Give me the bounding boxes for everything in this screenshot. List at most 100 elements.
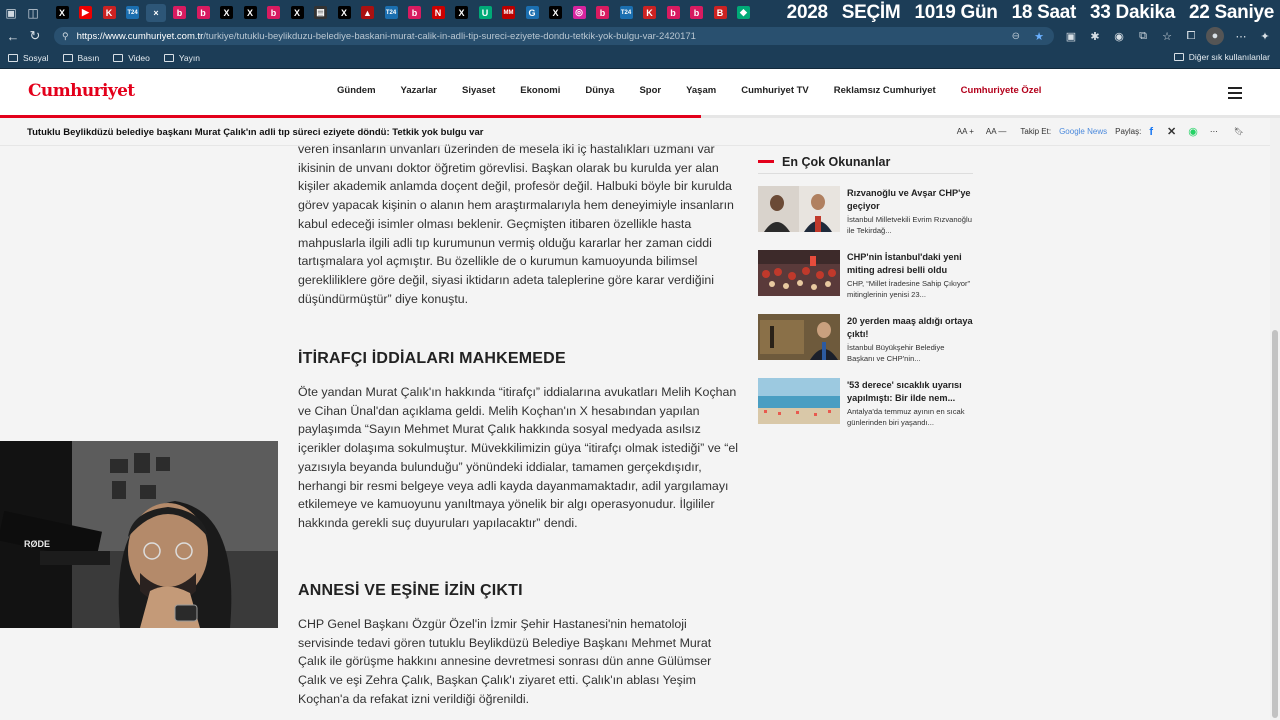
tab-x7[interactable]: X — [546, 4, 566, 22]
nav-dunya[interactable]: Dünya — [585, 85, 614, 96]
site-info-icon[interactable]: ⚲ — [62, 31, 69, 42]
whatsapp-share-icon[interactable]: ◉ — [1188, 125, 1198, 138]
b-icon: b — [596, 6, 609, 19]
news-title[interactable]: 20 yerden maaş aldığı ortaya çıktı! — [847, 315, 973, 341]
nav-yasam[interactable]: Yaşam — [686, 85, 716, 96]
url-field[interactable]: ⚲ https://www.cumhuriyet.com.tr/turkiye/… — [54, 27, 1054, 45]
tab-active[interactable]: × — [146, 3, 166, 22]
news-thumbnail — [758, 186, 840, 232]
tab-b3[interactable]: b — [264, 4, 284, 22]
mic-brand-label: RØDE — [24, 539, 50, 549]
font-decrease-button[interactable]: AA — — [986, 127, 1006, 136]
more-share-icon[interactable]: ⋯ — [1210, 127, 1218, 136]
news-item[interactable]: '53 derece' sıcaklık uyarısı yapılmıştı:… — [758, 378, 973, 427]
copilot-icon[interactable]: ✦ — [1256, 27, 1274, 45]
site-logo[interactable]: Cumhuriyet — [28, 81, 135, 101]
tab-b1[interactable]: b — [170, 4, 190, 22]
bookmark-icon[interactable]: 🔖︎ — [1234, 127, 1244, 136]
nav-cumhuriyete-ozel[interactable]: Cumhuriyete Özel — [961, 85, 1042, 96]
nav-spor[interactable]: Spor — [639, 85, 661, 96]
countdown-hours: 18 Saat — [1011, 1, 1077, 23]
news-icon: K — [102, 6, 116, 19]
tab-news8[interactable]: ◆ — [734, 4, 754, 22]
nav-yazarlar[interactable]: Yazarlar — [401, 85, 437, 96]
nav-cumhuriyet-tv[interactable]: Cumhuriyet TV — [741, 85, 809, 96]
tab-b7[interactable]: b — [687, 4, 707, 22]
tab-k[interactable]: K — [640, 4, 660, 22]
heading-accent — [758, 160, 774, 163]
tab-t24b[interactable]: T24 — [381, 4, 401, 22]
tab-t24[interactable]: T24 — [123, 4, 143, 22]
x-share-icon[interactable]: ✕ — [1167, 125, 1176, 138]
election-countdown: 2028 SEÇİM 1019 Gün 18 Saat 33 Dakika 22… — [772, 0, 1280, 25]
favorite-star-icon[interactable]: ★ — [1034, 30, 1044, 43]
tab-b4[interactable]: b — [405, 4, 425, 22]
extension-icon[interactable]: ◉ — [1110, 27, 1128, 45]
favorites-icon[interactable]: ☆ — [1158, 27, 1176, 45]
news-item[interactable]: Rızvanoğlu ve Avşar CHP'ye geçiyor İstan… — [758, 186, 973, 235]
tab-b6[interactable]: b — [663, 4, 683, 22]
tab-x[interactable]: X — [52, 4, 72, 22]
tab-x4[interactable]: X — [287, 4, 307, 22]
tab-news-red[interactable]: K — [99, 4, 119, 22]
tab-actions-icon[interactable]: ◫ — [22, 0, 44, 25]
tab-instagram[interactable]: ◎ — [569, 4, 589, 22]
tab-news7[interactable]: B — [710, 4, 730, 22]
tracking-icon[interactable]: ⊖ — [1012, 31, 1020, 42]
most-read-heading: En Çok Okunanlar — [758, 150, 973, 174]
tab-news2[interactable]: ▤ — [311, 4, 331, 22]
countdown-days: 1019 Gün — [914, 1, 998, 23]
menu-icon[interactable] — [1228, 87, 1242, 102]
tab-news6[interactable]: G — [522, 4, 542, 22]
extension-icon[interactable]: ▣ — [1062, 27, 1080, 45]
news-title[interactable]: CHP'nin İstanbul'daki yeni miting adresi… — [847, 251, 973, 277]
tab-x3[interactable]: X — [240, 4, 260, 22]
nav-gundem[interactable]: Gündem — [337, 85, 376, 96]
nav-ekonomi[interactable]: Ekonomi — [520, 85, 560, 96]
extension-icon[interactable]: ✱ — [1086, 27, 1104, 45]
scrollbar-thumb[interactable] — [1272, 330, 1278, 718]
nav-reklamsiz[interactable]: Reklamsız Cumhuriyet — [834, 85, 936, 96]
b-icon: b — [267, 6, 280, 19]
profile-avatar-icon[interactable]: ● — [1206, 27, 1224, 45]
bookmark-folder-basin[interactable]: Basın — [62, 53, 99, 63]
news-title[interactable]: Rızvanoğlu ve Avşar CHP'ye geçiyor — [847, 187, 973, 213]
collections-icon[interactable]: ⧠ — [1182, 27, 1200, 45]
other-favorites[interactable]: Diğer sık kullanılanlar — [1173, 52, 1270, 62]
tab-news4[interactable]: U — [475, 4, 495, 22]
extensions-puzzle-icon[interactable]: ⧉ — [1134, 27, 1152, 45]
facebook-share-icon[interactable]: f — [1149, 126, 1153, 138]
back-icon[interactable]: ← — [2, 25, 24, 47]
tab-b5[interactable]: b — [593, 4, 613, 22]
tab-x5[interactable]: X — [334, 4, 354, 22]
news-thumbnail — [758, 250, 840, 296]
page-scrollbar[interactable] — [1270, 118, 1280, 720]
tab-x6[interactable]: X — [452, 4, 472, 22]
workspaces-icon[interactable]: ▣ — [0, 0, 22, 25]
countdown-year: 2028 — [786, 1, 828, 23]
bookmark-label: Sosyal — [23, 52, 49, 63]
tab-x2[interactable]: X — [217, 4, 237, 22]
t24-icon: T24 — [619, 6, 633, 19]
tab-b2[interactable]: b — [193, 4, 213, 22]
font-increase-button[interactable]: AA + — [957, 127, 974, 136]
more-menu-icon[interactable]: ⋯ — [1232, 27, 1250, 45]
news-item[interactable]: 20 yerden maaş aldığı ortaya çıktı! İsta… — [758, 314, 973, 363]
bookmark-folder-sosyal[interactable]: Sosyal — [8, 53, 49, 63]
google-news-link[interactable]: Google News — [1059, 127, 1107, 136]
news-title[interactable]: '53 derece' sıcaklık uyarısı yapılmıştı:… — [847, 379, 973, 405]
news-item[interactable]: CHP'nin İstanbul'daki yeni miting adresi… — [758, 250, 973, 299]
b-icon: b — [196, 6, 210, 19]
tab-t24c[interactable]: T24 — [616, 4, 636, 22]
t24-icon: T24 — [126, 6, 139, 19]
tab-news5[interactable]: MM — [499, 4, 519, 22]
nav-siyaset[interactable]: Siyaset — [462, 85, 495, 96]
n-icon: N — [431, 6, 445, 19]
tab-news3[interactable]: ▲ — [358, 4, 378, 22]
refresh-icon[interactable]: ↻ — [24, 25, 46, 47]
tab-n[interactable]: N — [428, 4, 448, 22]
tab-youtube[interactable]: ▶ — [76, 4, 96, 22]
bookmark-folder-video[interactable]: Video — [113, 53, 150, 63]
bookmark-folder-yayin[interactable]: Yayın — [163, 53, 200, 63]
main-nav: Gündem Yazarlar Siyaset Ekonomi Dünya Sp… — [337, 85, 1066, 96]
